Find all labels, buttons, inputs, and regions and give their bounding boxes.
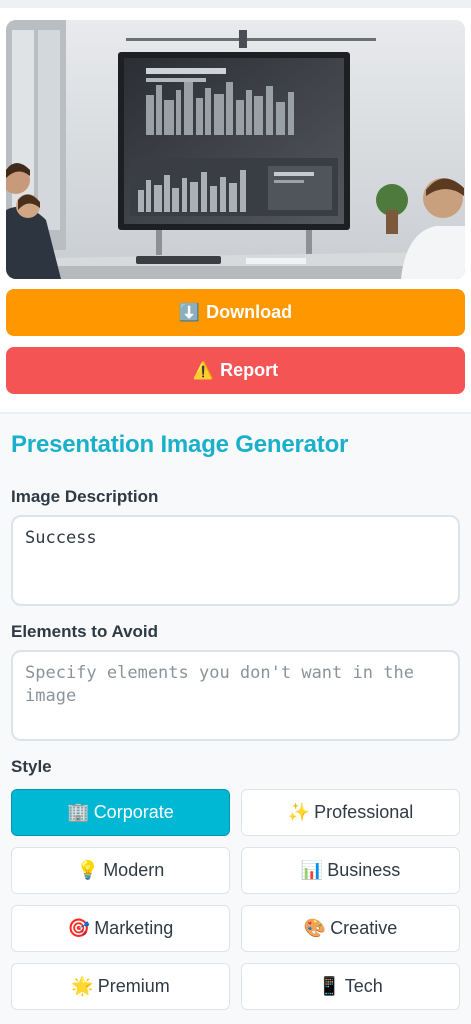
style-option-label: Professional xyxy=(314,802,414,822)
target-icon: 🎯 xyxy=(67,918,91,938)
style-option-modern[interactable]: 💡 Modern xyxy=(11,847,230,894)
description-label: Image Description xyxy=(11,487,159,506)
style-option-label: Modern xyxy=(103,860,165,880)
glowing-star-icon: 🌟 xyxy=(71,976,94,996)
style-option-label: Creative xyxy=(330,918,398,938)
style-option-premium[interactable]: 🌟 Premium xyxy=(11,963,230,1010)
style-option-marketing[interactable]: 🎯 Marketing xyxy=(11,905,230,952)
generated-image[interactable] xyxy=(6,20,465,279)
warning-icon: ⚠️ xyxy=(192,360,215,380)
report-label: Report xyxy=(220,360,279,380)
download-label: Download xyxy=(206,302,293,322)
download-button[interactable]: ⬇️ Download xyxy=(6,289,465,336)
report-button[interactable]: ⚠️ Report xyxy=(6,347,465,394)
office-building-icon: 🏢 xyxy=(67,802,90,822)
avoid-label: Elements to Avoid xyxy=(11,622,159,641)
style-option-label: Tech xyxy=(344,976,383,996)
sparkles-icon: ✨ xyxy=(287,802,311,822)
avoid-input[interactable] xyxy=(11,650,460,741)
description-input[interactable]: Success xyxy=(11,515,460,606)
style-option-label: Business xyxy=(327,860,401,880)
style-option-tech[interactable]: 📱 Tech xyxy=(241,963,460,1010)
style-label: Style xyxy=(11,757,52,776)
style-option-label: Premium xyxy=(97,976,170,996)
result-card: ⬇️ Download ⚠️ Report xyxy=(0,8,471,412)
style-option-label: Corporate xyxy=(93,802,174,822)
page-title: Presentation Image Generator xyxy=(11,431,349,458)
style-option-professional[interactable]: ✨ Professional xyxy=(241,789,460,836)
style-option-creative[interactable]: 🎨 Creative xyxy=(241,905,460,952)
bar-chart-icon: 📊 xyxy=(300,860,324,880)
download-icon: ⬇️ xyxy=(178,302,201,322)
generator-form: Presentation Image Generator Image Descr… xyxy=(0,414,471,1024)
mobile-phone-icon: 📱 xyxy=(318,976,341,996)
style-option-label: Marketing xyxy=(94,918,174,938)
style-options: 🏢 Corporate ✨ Professional 💡 Modern 📊 Bu… xyxy=(11,789,460,1010)
light-bulb-icon: 💡 xyxy=(76,860,100,880)
palette-icon: 🎨 xyxy=(303,918,327,938)
style-option-corporate[interactable]: 🏢 Corporate xyxy=(11,789,230,836)
style-option-business[interactable]: 📊 Business xyxy=(241,847,460,894)
